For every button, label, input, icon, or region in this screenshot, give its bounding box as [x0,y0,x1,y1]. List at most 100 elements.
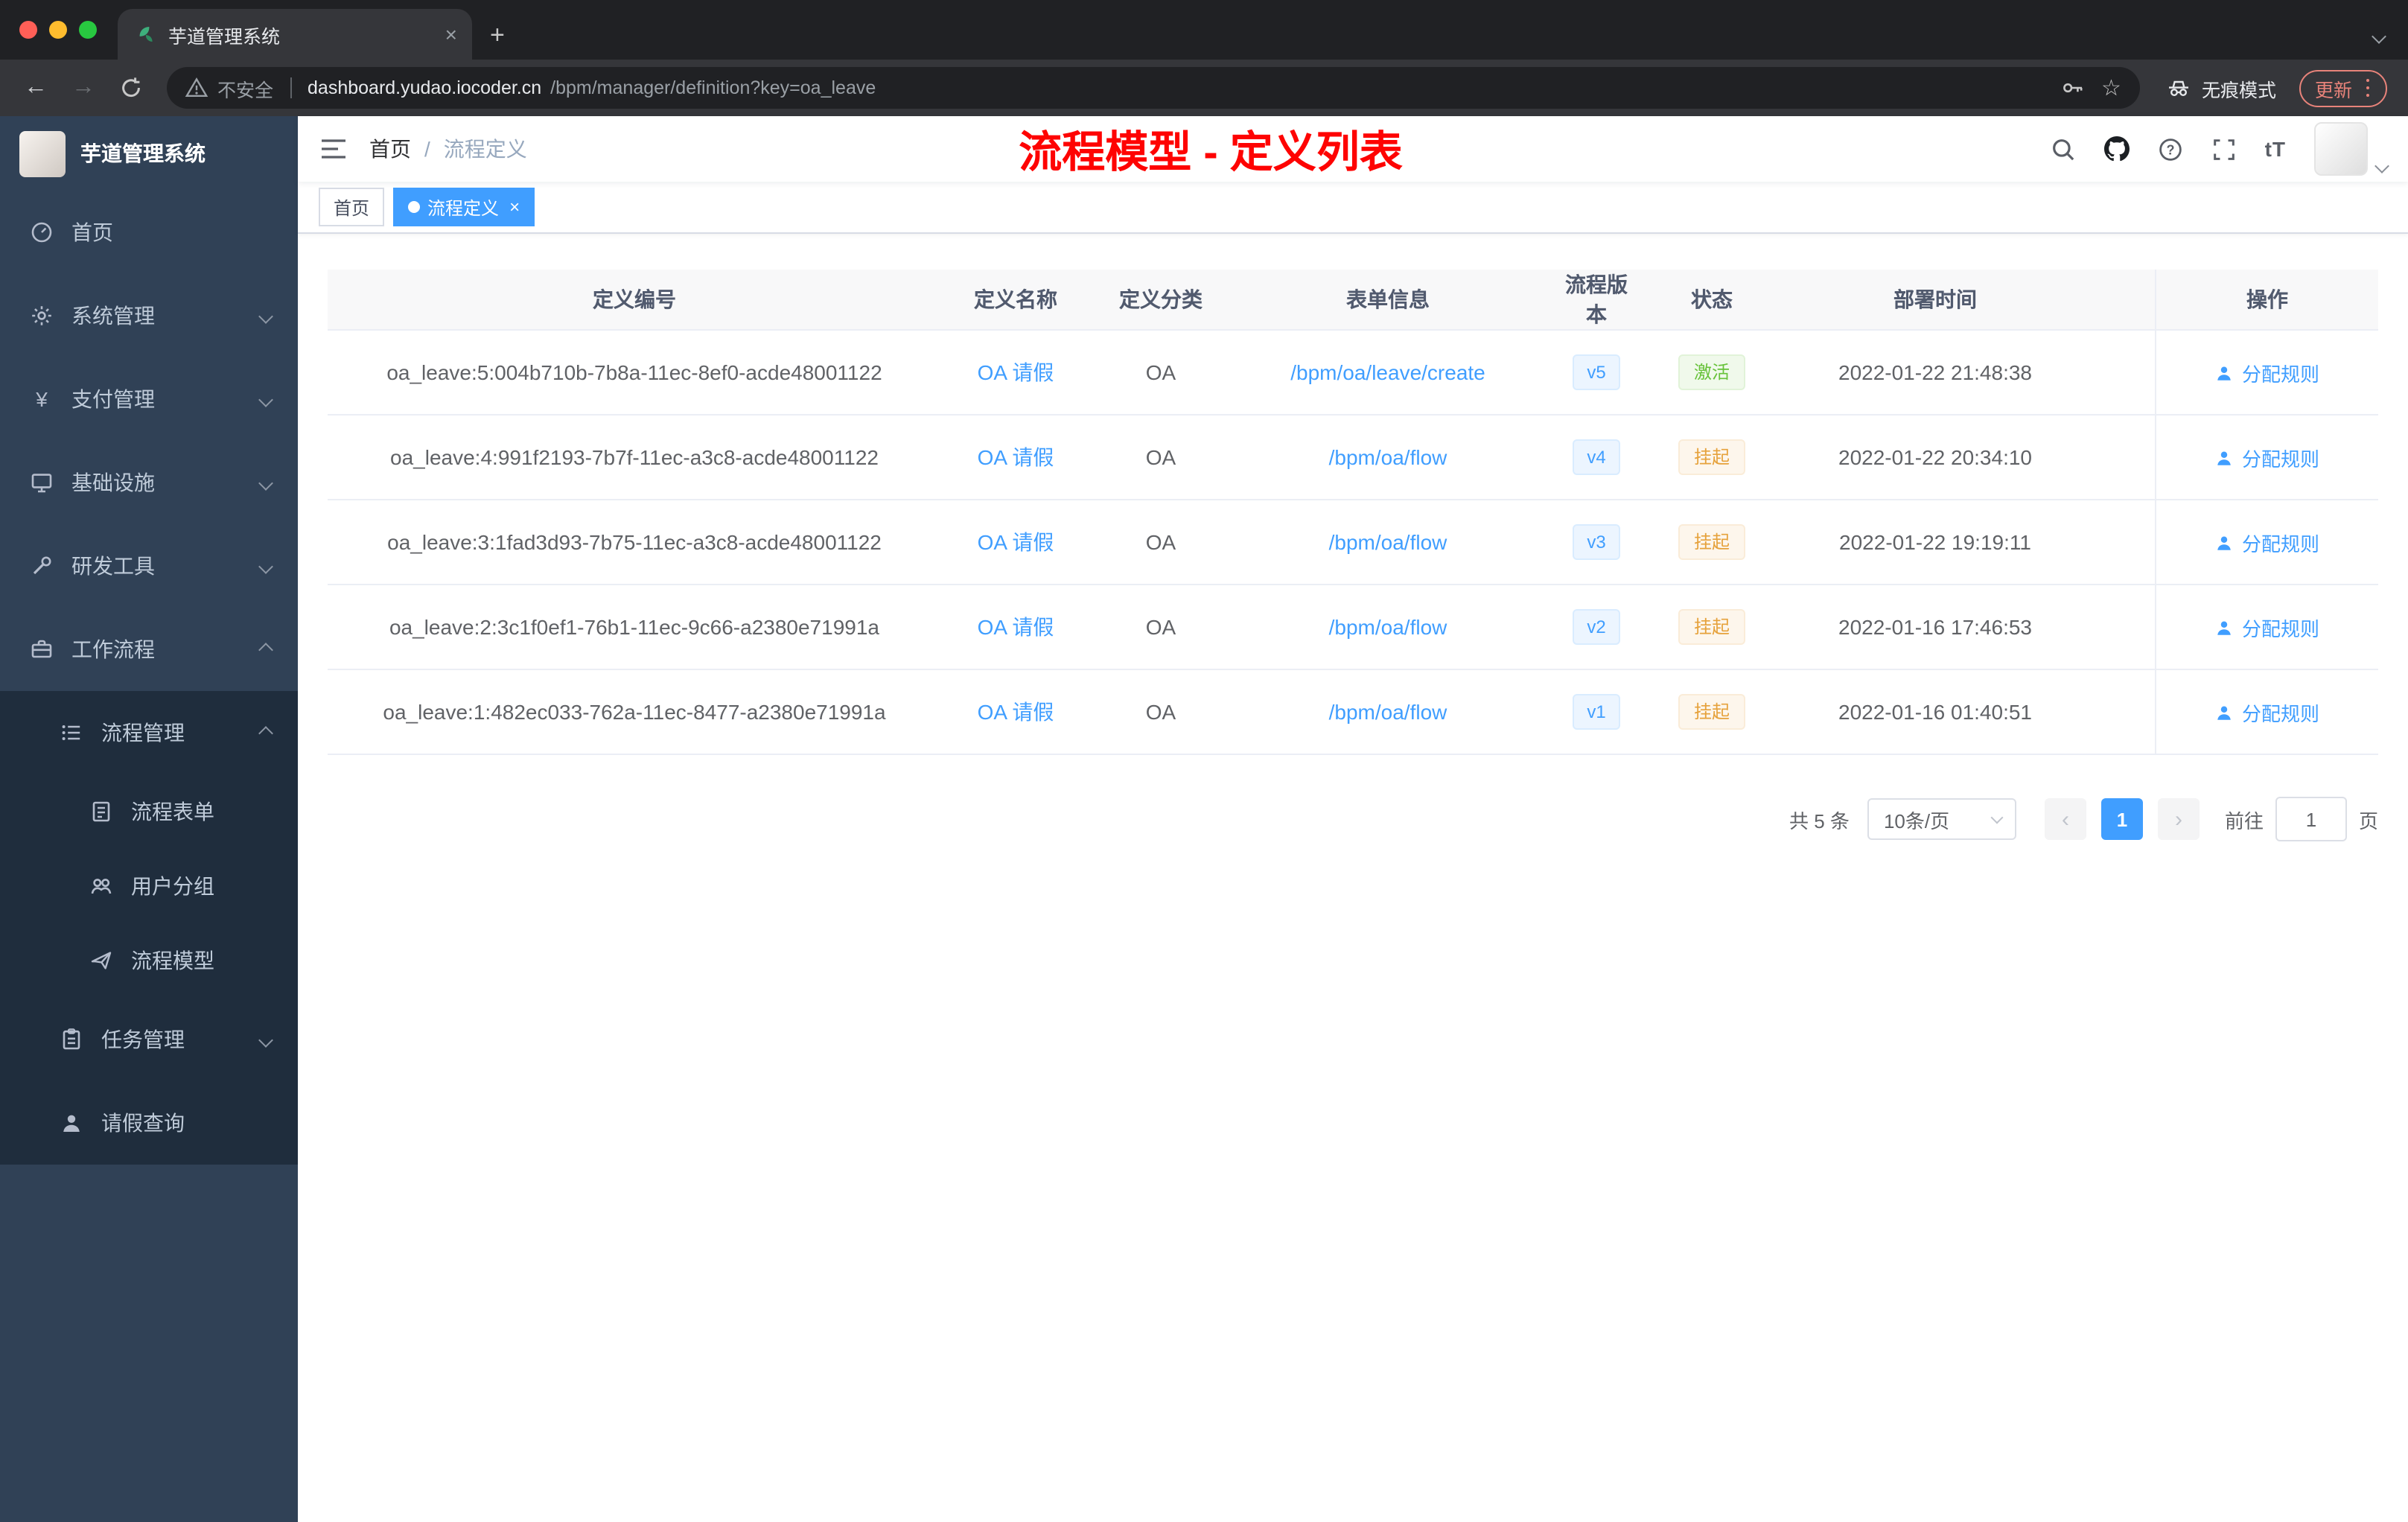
breadcrumb-home-link[interactable]: 首页 [369,134,411,164]
paper-plane-icon [89,949,113,972]
hamburger-icon[interactable] [298,137,369,161]
column-header: 流程版本 [1565,273,1628,326]
tab-search-chevron-icon[interactable] [2372,22,2386,49]
security-label[interactable]: 不安全 [217,74,273,102]
status-badge: 挂起 [1678,694,1745,730]
sidebar-item-devtools[interactable]: 研发工具 [0,524,298,608]
assign-rule-link[interactable]: 分配规则 [2215,613,2319,641]
tag-close-icon[interactable]: × [506,198,520,216]
chevron-down-icon [1990,811,2004,824]
chevron-up-icon [258,642,273,657]
status-badge: 挂起 [1678,439,1745,475]
page-goto-input[interactable] [2275,797,2347,841]
browser-tab[interactable]: 芋道管理系统 × [118,9,472,60]
cell-deploy-time: 2022-01-16 17:46:53 [1838,615,2032,639]
logo-image [19,130,66,176]
sidebar-item-infrastructure[interactable]: 基础设施 [0,441,298,524]
update-button[interactable]: 更新 [2299,69,2387,106]
definition-name-link[interactable]: OA 请假 [978,357,1054,387]
cell-category: OA [1145,360,1176,384]
new-tab-button[interactable]: + [472,22,523,48]
assign-rule-link[interactable]: 分配规则 [2215,358,2319,386]
definition-name-link[interactable]: OA 请假 [978,442,1054,472]
version-tag: v2 [1572,609,1621,645]
sidebar-item-system[interactable]: 系统管理 [0,274,298,357]
pagination-goto: 前往 页 [2225,797,2378,841]
font-size-icon[interactable]: tT [2265,137,2286,161]
forward-button[interactable]: → [60,75,107,100]
incognito-label: 无痕模式 [2201,80,2276,101]
breadcrumb-current: 流程定义 [443,137,527,161]
gear-icon [30,304,54,328]
version-tag: v3 [1572,524,1621,560]
column-header: 状态 [1691,287,1733,311]
definition-name-link[interactable]: OA 请假 [978,527,1054,557]
password-key-icon[interactable] [2061,76,2085,100]
search-icon[interactable] [2051,136,2076,162]
reload-button[interactable] [107,76,155,100]
page-size-select[interactable]: 10条/页 [1867,798,2016,840]
cell-category: OA [1145,615,1176,639]
sidebar-item-process-form[interactable]: 流程表单 [0,774,298,849]
github-icon[interactable] [2103,136,2130,162]
sidebar-item-payment[interactable]: ¥ 支付管理 [0,357,298,441]
monitor-icon [30,471,54,494]
browser-window: 芋道管理系统 × + ← → 不安全 dashboard.yudao.iocod… [0,0,2408,1522]
definition-name-link[interactable]: OA 请假 [978,697,1054,727]
form-link[interactable]: /bpm/oa/flow [1329,700,1447,724]
sidebar-item-process-model[interactable]: 流程模型 [0,923,298,998]
cell-definition-id: oa_leave:1:482ec033-762a-11ec-8477-a2380… [383,700,886,724]
avatar[interactable] [2314,122,2368,176]
chevron-down-icon [258,558,273,573]
chevron-up-icon [258,725,273,740]
form-link[interactable]: /bpm/oa/leave/create [1290,360,1485,384]
bookmark-star-icon[interactable]: ☆ [2094,74,2129,101]
back-button[interactable]: ← [12,75,60,100]
sidebar-item-home[interactable]: 首页 [0,191,298,274]
window-minimize-button[interactable] [49,21,67,39]
sidebar-item-leave-query[interactable]: 请假查询 [0,1081,298,1165]
assign-rule-link[interactable]: 分配规则 [2215,698,2319,726]
address-bar[interactable]: 不安全 dashboard.yudao.iocoder.cn /bpm/mana… [167,67,2141,109]
tag-home[interactable]: 首页 [319,188,385,226]
form-link[interactable]: /bpm/oa/flow [1329,530,1447,554]
tag-process-definition[interactable]: 流程定义 × [393,188,535,226]
browser-tab-strip: 芋道管理系统 × + [0,0,2408,60]
tab-title: 芋道管理系统 [168,26,281,47]
assign-rule-link[interactable]: 分配规则 [2215,528,2319,556]
next-page-button[interactable]: › [2157,798,2200,840]
column-header: 定义编号 [593,287,676,311]
pagination-total: 共 5 条 [1789,809,1850,832]
chevron-down-icon [258,392,273,407]
sidebar-item-label: 系统管理 [71,304,155,328]
browser-menu-icon[interactable] [2363,76,2372,101]
page-size-value: 10条/页 [1883,809,1950,832]
cell-category: OA [1145,445,1176,469]
assign-rule-link[interactable]: 分配规则 [2215,443,2319,471]
sidebar-item-workflow[interactable]: 工作流程 [0,608,298,691]
sidebar-logo[interactable]: 芋道管理系统 [0,116,298,191]
tab-close-icon[interactable]: × [442,24,460,45]
definition-name-link[interactable]: OA 请假 [978,612,1054,642]
breadcrumb-separator: / [424,137,430,161]
update-label: 更新 [2314,80,2352,101]
window-zoom-button[interactable] [79,21,97,39]
window-close-button[interactable] [19,21,37,39]
cell-deploy-time: 2022-01-22 20:34:10 [1838,445,2032,469]
form-link[interactable]: /bpm/oa/flow [1329,445,1447,469]
column-header: 部署时间 [1893,287,1977,311]
briefcase-icon [30,637,54,661]
fullscreen-icon[interactable] [2211,136,2237,162]
sidebar-item-user-group[interactable]: 用户分组 [0,849,298,923]
page-number-button[interactable]: 1 [2100,798,2143,840]
sidebar: 芋道管理系统 首页 系统管理 ¥ 支付管理 基础设施 研发工具 工作流程 流程管… [0,116,298,1522]
form-link[interactable]: /bpm/oa/flow [1329,615,1447,639]
sidebar-item-label: 用户分组 [131,874,214,898]
sidebar-item-process-management[interactable]: 流程管理 [0,691,298,774]
warning-icon [185,76,208,100]
prev-page-button[interactable]: ‹ [2044,798,2086,840]
user-menu[interactable] [2314,122,2389,176]
help-icon[interactable]: ? [2158,136,2183,162]
sidebar-item-task-management[interactable]: 任务管理 [0,998,298,1081]
incognito-badge: 无痕模式 [2153,74,2291,102]
